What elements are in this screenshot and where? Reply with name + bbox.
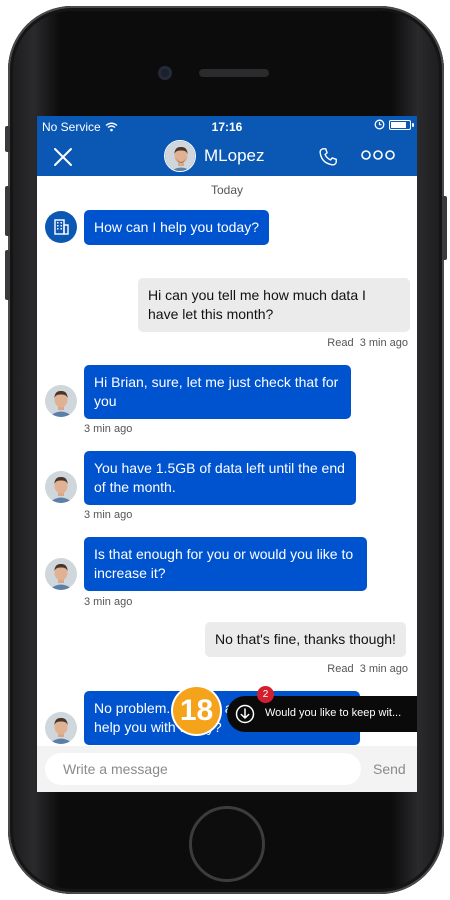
unread-count-badge: 2 <box>257 686 274 703</box>
read-status: Read <box>327 337 354 349</box>
status-right <box>374 119 414 130</box>
message-time: 3 min ago <box>84 596 133 608</box>
new-message-toast[interactable]: Would you like to keep wit... 2 <box>227 686 417 732</box>
status-bar: No Service 17:16 <box>37 116 417 136</box>
agent-avatar <box>45 385 77 417</box>
user-message: Hi can you tell me how much data I have … <box>138 278 410 332</box>
earpiece-speaker <box>199 69 269 77</box>
message-time: 3 min ago <box>84 509 133 521</box>
agent-avatar <box>45 471 77 503</box>
message-list[interactable]: Today How can I help you today? Hi can y… <box>37 176 417 746</box>
building-icon <box>54 219 69 235</box>
alarm-icon <box>374 119 385 130</box>
status-time: 17:16 <box>211 120 243 134</box>
mute-switch <box>5 126 10 152</box>
battery-icon <box>389 119 414 130</box>
agent-avatar <box>45 712 77 744</box>
front-camera <box>158 66 172 80</box>
volume-up-button <box>5 186 10 236</box>
message-time: 3 min ago <box>359 663 408 675</box>
close-icon[interactable] <box>51 145 75 169</box>
step-number-badge: 18 <box>173 687 220 734</box>
bot-avatar <box>45 211 77 243</box>
contact-name: MLopez <box>204 146 265 165</box>
message-meta: Read 3 min ago <box>327 337 408 349</box>
agent-message: Is that enough for you or would you like… <box>84 537 367 591</box>
power-button <box>442 196 447 260</box>
toast-text: Would you like to keep wit... <box>265 707 402 719</box>
contact-avatar <box>164 140 196 172</box>
read-status: Read <box>327 663 354 675</box>
user-message: No that's fine, thanks though! <box>205 622 406 657</box>
home-button[interactable] <box>189 806 265 882</box>
message-input[interactable] <box>45 753 361 785</box>
day-separator: Today <box>210 183 244 197</box>
more-icon[interactable] <box>361 148 395 162</box>
chat-header: MLopez <box>37 136 417 176</box>
download-arrow-icon <box>235 704 255 724</box>
agent-message: Hi Brian, sure, let me just check that f… <box>84 365 351 419</box>
message-meta: Read 3 min ago <box>327 663 408 675</box>
message-composer: Send <box>37 746 417 792</box>
message-time: 3 min ago <box>359 337 408 349</box>
send-button[interactable]: Send <box>373 761 406 777</box>
agent-message: You have 1.5GB of data left until the en… <box>84 451 356 505</box>
contact-header[interactable]: MLopez <box>164 140 264 172</box>
phone-icon[interactable] <box>317 146 339 168</box>
app-screen: No Service 17:16 MLopez Today How can I … <box>37 116 417 792</box>
volume-down-button <box>5 250 10 300</box>
agent-message: How can I help you today? <box>84 210 269 245</box>
message-time: 3 min ago <box>84 423 133 435</box>
agent-avatar <box>45 558 77 590</box>
